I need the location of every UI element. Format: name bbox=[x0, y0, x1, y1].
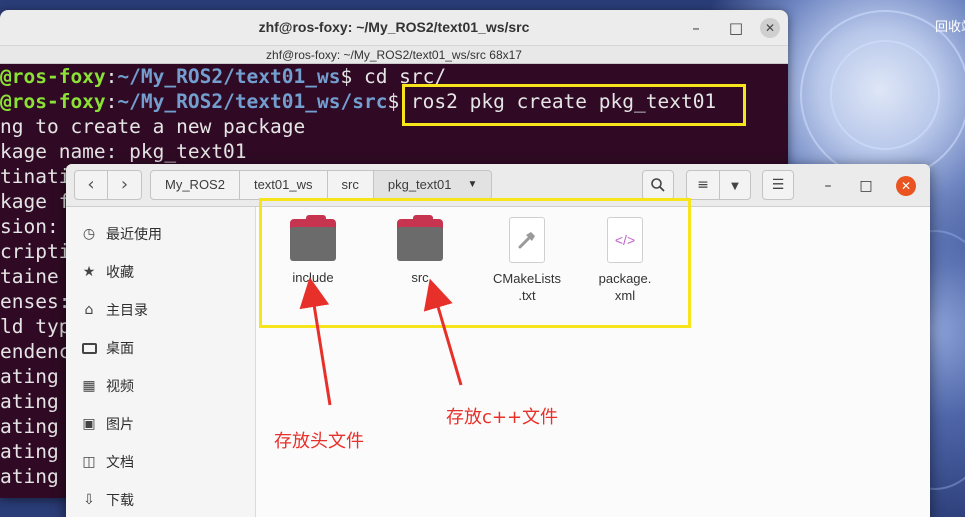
arrow-to-include bbox=[299, 277, 332, 406]
annotation-src: 存放c++文件 bbox=[446, 407, 559, 428]
arrow-to-src bbox=[423, 278, 463, 386]
annotation-include: 存放头文件 bbox=[274, 431, 364, 452]
annotation-arrows bbox=[299, 277, 463, 406]
